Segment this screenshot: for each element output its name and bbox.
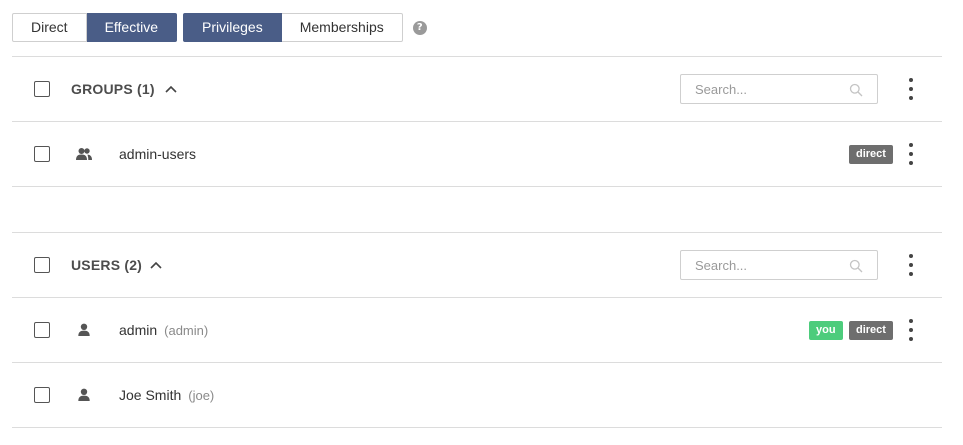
groups-kebab-menu-icon[interactable]	[907, 78, 915, 100]
view-toggle-bar: Direct Effective Privileges Memberships …	[12, 13, 427, 42]
users-kebab-menu-icon[interactable]	[907, 254, 915, 276]
group-icon	[76, 148, 92, 160]
direct-badge: direct	[849, 144, 893, 164]
groups-title: GROUPS (1)	[71, 81, 155, 97]
groups-header-row: GROUPS (1)	[12, 56, 942, 121]
group-row-checkbox[interactable]	[34, 146, 50, 162]
user-row-checkbox[interactable]	[34, 387, 50, 403]
users-count: (2)	[124, 257, 143, 273]
user-login: (joe)	[188, 388, 215, 403]
user-row: Joe Smith (joe)	[12, 362, 942, 428]
help-icon[interactable]: ?	[412, 20, 427, 35]
you-badge: you	[809, 320, 843, 340]
search-icon	[849, 259, 863, 273]
user-display-name[interactable]: admin	[119, 322, 157, 338]
groups-section: GROUPS (1) admin-users direct	[12, 56, 942, 187]
direct-effective-toggle: Direct Effective	[12, 13, 177, 42]
users-title-label: USERS	[71, 257, 121, 273]
direct-button[interactable]: Direct	[12, 13, 87, 42]
search-icon	[849, 83, 863, 97]
user-row-kebab-menu-icon[interactable]	[907, 319, 915, 341]
effective-button[interactable]: Effective	[86, 13, 177, 42]
users-title: USERS (2)	[71, 257, 142, 273]
user-display-name[interactable]: Joe Smith	[119, 387, 181, 403]
user-login: (admin)	[164, 323, 209, 338]
users-search-box	[680, 250, 878, 280]
groups-search-box	[680, 74, 878, 104]
groups-count: (1)	[136, 81, 155, 97]
user-name: admin (admin)	[119, 322, 208, 338]
chevron-up-icon[interactable]	[164, 84, 178, 94]
user-icon	[78, 323, 90, 336]
groups-select-all-checkbox[interactable]	[34, 81, 50, 97]
users-select-all-checkbox[interactable]	[34, 257, 50, 273]
privileges-memberships-toggle: Privileges Memberships	[183, 13, 403, 42]
users-header-row: USERS (2)	[12, 232, 942, 297]
group-row: admin-users direct	[12, 121, 942, 187]
privileges-button[interactable]: Privileges	[183, 13, 282, 42]
user-icon	[78, 388, 90, 401]
group-row-kebab-menu-icon[interactable]	[907, 143, 915, 165]
users-search-input[interactable]	[695, 257, 845, 273]
chevron-up-icon[interactable]	[149, 260, 163, 270]
users-section: USERS (2) admin (admin) you direct	[12, 232, 942, 428]
user-name: Joe Smith (joe)	[119, 387, 214, 403]
user-row: admin (admin) you direct	[12, 297, 942, 362]
groups-search-input[interactable]	[695, 81, 845, 97]
memberships-button[interactable]: Memberships	[281, 13, 403, 42]
user-row-checkbox[interactable]	[34, 322, 50, 338]
direct-badge: direct	[849, 320, 893, 340]
group-name[interactable]: admin-users	[119, 146, 196, 162]
groups-title-label: GROUPS	[71, 81, 133, 97]
